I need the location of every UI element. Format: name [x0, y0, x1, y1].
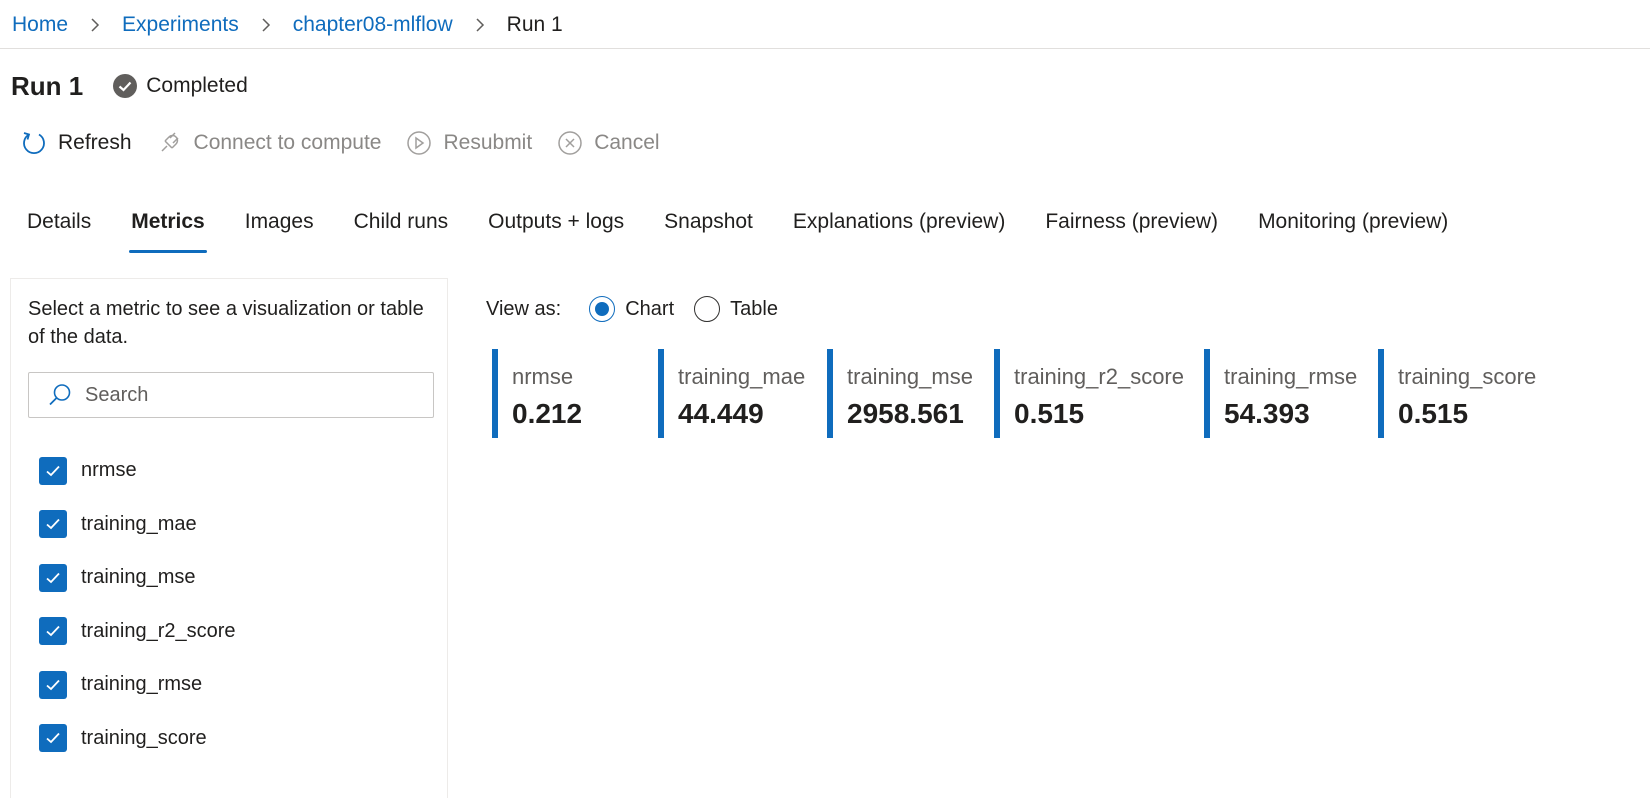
metric-tile-nrmse: nrmse 0.212: [492, 349, 582, 438]
metric-item-training-mae[interactable]: training_mae: [39, 498, 439, 552]
metric-tile-training-mse: training_mse 2958.561: [827, 349, 973, 438]
tab-snapshot[interactable]: Snapshot: [664, 206, 753, 258]
metric-item-nrmse[interactable]: nrmse: [39, 444, 439, 498]
header-divider: [0, 48, 1650, 49]
chevron-right-icon: [475, 17, 485, 33]
resubmit-button[interactable]: Resubmit: [405, 129, 532, 157]
connect-to-compute-button[interactable]: Connect to compute: [156, 129, 382, 157]
view-as-chart-label: Chart: [625, 297, 675, 320]
checkbox-checked[interactable]: [39, 617, 67, 646]
metric-tile-value: 0.515: [1014, 398, 1085, 429]
tab-child-runs[interactable]: Child runs: [354, 206, 449, 258]
tab-fairness[interactable]: Fairness (preview): [1045, 206, 1218, 258]
refresh-label: Refresh: [58, 131, 132, 154]
breadcrumb: Home Experiments chapter08-mlflow Run 1: [12, 10, 563, 40]
metric-tile-name: training_mae: [678, 364, 806, 389]
checkbox-checked[interactable]: [39, 456, 67, 485]
view-as-table-label: Table: [730, 297, 778, 320]
metric-item-label: training_r2_score: [81, 619, 236, 642]
refresh-button[interactable]: Refresh: [20, 129, 132, 157]
title-row: Run 1 Completed: [11, 66, 248, 106]
view-as-label: View as:: [486, 297, 562, 320]
tab-images[interactable]: Images: [245, 206, 314, 258]
metric-tile-training-r2-score: training_r2_score 0.515: [994, 349, 1184, 438]
cancel-circle-icon: [556, 129, 584, 157]
metric-tile-name: training_r2_score: [1014, 364, 1184, 389]
checkbox-checked[interactable]: [39, 724, 67, 753]
metric-list: nrmse training_mae training_mse training…: [39, 444, 439, 765]
run-tabs: Details Metrics Images Child runs Output…: [27, 206, 1488, 256]
chevron-right-icon: [90, 17, 100, 33]
radio-unselected[interactable]: [694, 296, 721, 322]
metric-selector-panel: Select a metric to see a visualization o…: [10, 278, 448, 798]
metric-item-training-rmse[interactable]: training_rmse: [39, 658, 439, 712]
status-badge: Completed: [113, 74, 248, 98]
radio-selected[interactable]: [589, 296, 616, 322]
play-circle-icon: [405, 129, 433, 157]
metric-tile-name: training_mse: [847, 364, 973, 389]
breadcrumb-current-run: Run 1: [506, 13, 563, 36]
metric-item-training-r2-score[interactable]: training_r2_score: [39, 605, 439, 659]
breadcrumb-home[interactable]: Home: [12, 13, 68, 37]
checkbox-checked[interactable]: [39, 510, 67, 539]
chevron-right-icon: [261, 17, 271, 33]
checkmark-icon: [46, 733, 60, 744]
cancel-label: Cancel: [594, 131, 660, 154]
tab-details[interactable]: Details: [27, 206, 91, 258]
metric-tile-value: 0.515: [1398, 398, 1469, 429]
search-input[interactable]: [83, 382, 407, 408]
checkmark-icon: [46, 679, 60, 690]
view-as-table-option[interactable]: Table: [694, 296, 778, 322]
status-text: Completed: [146, 74, 248, 97]
resubmit-label: Resubmit: [443, 131, 533, 154]
metric-tile-value: 0.212: [512, 398, 583, 429]
metric-tile-value: 44.449: [678, 398, 764, 429]
checkbox-checked[interactable]: [39, 670, 67, 699]
checkmark-icon: [46, 465, 60, 476]
metric-tile-name: training_rmse: [1224, 364, 1358, 389]
cancel-button[interactable]: Cancel: [556, 129, 660, 157]
connect-to-compute-label: Connect to compute: [193, 131, 382, 154]
tab-outputs-logs[interactable]: Outputs + logs: [488, 206, 624, 258]
command-bar: Refresh Connect to compute Resubmit Canc…: [20, 126, 684, 160]
metric-tile-training-mae: training_mae 44.449: [658, 349, 805, 438]
metric-item-label: training_mae: [81, 512, 197, 535]
metric-item-label: training_rmse: [81, 673, 203, 696]
breadcrumb-experiments[interactable]: Experiments: [122, 13, 239, 37]
checkmark-icon: [46, 572, 60, 583]
metric-tile-name: nrmse: [512, 364, 574, 389]
view-as-chart-option[interactable]: Chart: [589, 296, 674, 322]
refresh-icon: [20, 129, 48, 157]
breadcrumb-experiment-name[interactable]: chapter08-mlflow: [293, 13, 453, 37]
metric-item-training-score[interactable]: training_score: [39, 712, 439, 766]
metric-item-label: training_mse: [81, 566, 196, 589]
view-as-toggle: View as: Chart Table: [486, 293, 798, 325]
metric-tile-value: 2958.561: [847, 398, 964, 429]
checkmark-icon: [46, 519, 60, 530]
plug-icon: [156, 129, 184, 157]
page-title: Run 1: [11, 70, 84, 101]
checkbox-checked[interactable]: [39, 563, 67, 592]
tab-metrics[interactable]: Metrics: [129, 206, 207, 258]
check-circle-icon: [113, 74, 138, 98]
metric-item-label: nrmse: [81, 459, 137, 482]
metric-tile-training-score: training_score 0.515: [1378, 349, 1536, 438]
tab-explanations[interactable]: Explanations (preview): [793, 206, 1005, 258]
metric-selector-hint: Select a metric to see a visualization o…: [28, 298, 424, 348]
metric-item-training-mse[interactable]: training_mse: [39, 551, 439, 605]
metric-item-label: training_score: [81, 726, 207, 749]
metric-tile-value: 54.393: [1224, 398, 1310, 429]
search-icon: [47, 382, 73, 408]
metric-tile-name: training_score: [1398, 364, 1537, 389]
metric-tile-training-rmse: training_rmse 54.393: [1204, 349, 1357, 438]
tab-monitoring[interactable]: Monitoring (preview): [1258, 206, 1448, 258]
metric-search-box[interactable]: [28, 372, 434, 418]
checkmark-icon: [46, 626, 60, 637]
